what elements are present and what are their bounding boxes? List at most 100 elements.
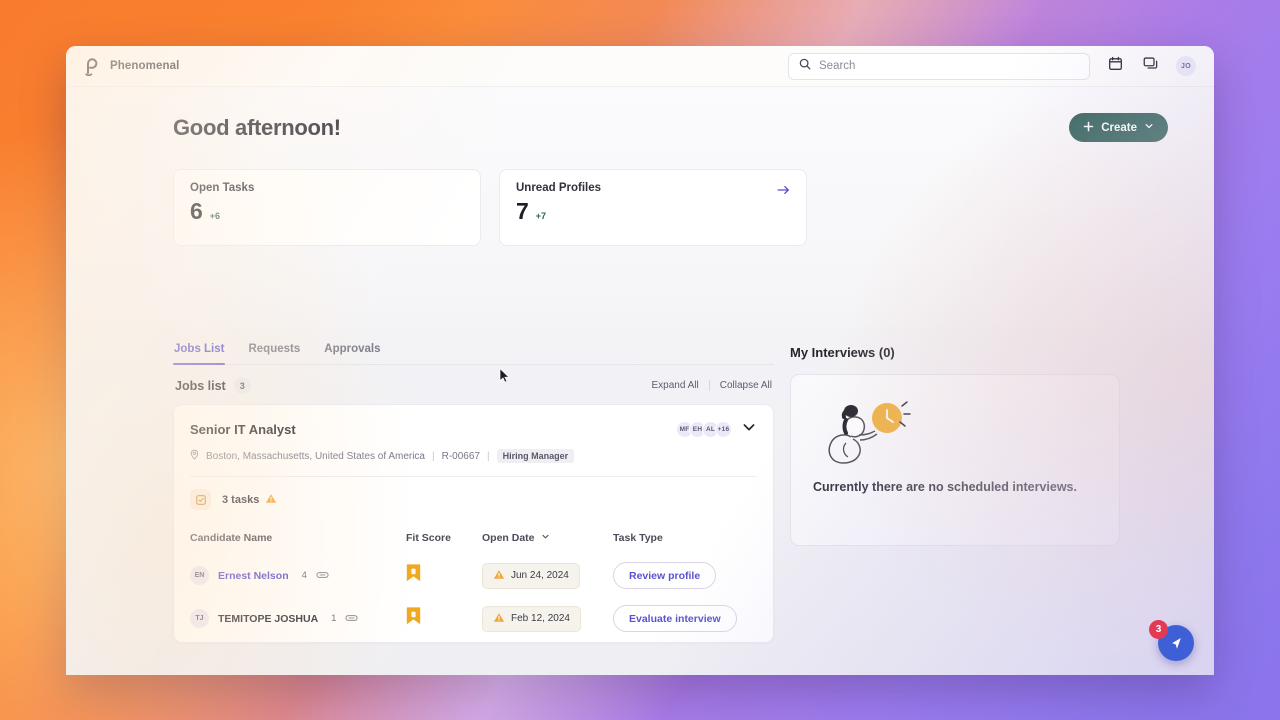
jobs-count-badge: 3 — [233, 377, 251, 394]
stat-card-values: 6 +6 — [190, 200, 464, 223]
column-fit-score: Fit Score — [406, 532, 451, 544]
stat-card-delta: +6 — [209, 211, 221, 221]
collapse-all-button[interactable]: Collapse All — [720, 380, 772, 391]
create-button-label: Create — [1101, 121, 1137, 134]
brand-name: Phenomenal — [110, 60, 180, 72]
task-type-button[interactable]: Evaluate interview — [613, 605, 737, 632]
tab-requests[interactable]: Requests — [247, 337, 301, 364]
arrow-right-icon[interactable] — [777, 183, 790, 201]
job-location: Boston, Massachusetts, United States of … — [206, 450, 425, 462]
calendar-icon — [1108, 56, 1123, 76]
location-pin-icon — [190, 449, 199, 463]
page-title: Good afternoon! — [173, 114, 341, 140]
candidates-table-head: Candidate Name Fit Score Open Date Task … — [190, 524, 757, 556]
greeting-row: Good afternoon! Create — [173, 113, 1168, 142]
table-row[interactable]: TJ TEMITOPE JOSHUA 1 Feb 12, 2024 Evalua… — [190, 599, 757, 642]
top-navigation-bar: Phenomenal Search JO — [66, 46, 1214, 87]
job-expand-chevron-down-icon[interactable] — [741, 419, 757, 440]
search-input[interactable] — [819, 60, 1079, 72]
my-interviews-title: My Interviews (0) — [790, 345, 895, 360]
chevron-down-icon — [1144, 121, 1154, 134]
candidates-table: Candidate Name Fit Score Open Date Task … — [190, 524, 757, 642]
attachment-count: 4 — [301, 570, 307, 581]
stat-cards: Open Tasks 6 +6 Unread Profiles 7 +7 — [173, 169, 1168, 246]
create-button[interactable]: Create — [1069, 113, 1168, 142]
search-box[interactable] — [788, 52, 1090, 80]
cell-open-date: Jun 24, 2024 — [482, 556, 613, 599]
avatar: TJ — [190, 609, 209, 628]
chat-bubbles-icon — [1143, 56, 1159, 76]
tab-approvals[interactable]: Approvals — [323, 337, 381, 364]
job-card-header-right: MF EH AL +16 — [676, 419, 757, 440]
bookmark-flag-icon — [406, 607, 421, 630]
expand-all-button[interactable]: Expand All — [651, 380, 698, 391]
search-icon — [799, 57, 811, 75]
calendar-button[interactable] — [1104, 55, 1126, 77]
column-candidate-name: Candidate Name — [190, 532, 273, 544]
assignee-avatar-group[interactable]: MF EH AL +16 — [676, 421, 732, 438]
stat-card-unread-profiles[interactable]: Unread Profiles 7 +7 — [499, 169, 807, 246]
user-avatar[interactable]: JO — [1176, 56, 1196, 76]
open-date-text: Jun 24, 2024 — [511, 570, 569, 581]
stat-card-values: 7 +7 — [516, 200, 790, 223]
my-interviews-empty-message: Currently there are no scheduled intervi… — [813, 480, 1077, 494]
task-checklist-icon — [190, 489, 211, 510]
plus-icon — [1083, 121, 1094, 135]
job-card: Senior IT Analyst MF EH AL +16 Boston, M… — [173, 404, 774, 643]
column-open-date[interactable]: Open Date — [482, 524, 613, 556]
job-role-tag: Hiring Manager — [496, 449, 575, 463]
open-date-pill: Jun 24, 2024 — [482, 562, 580, 589]
column-open-date-label: Open Date — [482, 532, 535, 544]
cell-fit-score — [406, 556, 482, 599]
topbar-actions: JO — [788, 52, 1196, 80]
messages-button[interactable] — [1140, 55, 1162, 77]
bookmark-flag-icon — [406, 564, 421, 587]
woman-holding-clock-illustration-icon — [813, 401, 917, 473]
task-type-button[interactable]: Review profile — [613, 562, 717, 589]
job-tasks-text: 3 tasks — [222, 493, 260, 506]
help-chat-fab[interactable]: 3 — [1149, 620, 1194, 661]
jobs-panel: Jobs List Requests Approvals Jobs list 3… — [173, 327, 774, 675]
job-tasks-row[interactable]: 3 tasks — [190, 477, 757, 522]
tab-bar: Jobs List Requests Approvals — [173, 327, 774, 365]
paperclip-icon[interactable] — [345, 610, 359, 628]
job-card-header: Senior IT Analyst MF EH AL +16 — [190, 419, 757, 440]
warning-triangle-icon — [493, 612, 505, 626]
my-interviews-empty-card: Currently there are no scheduled intervi… — [790, 374, 1120, 546]
open-date-pill: Feb 12, 2024 — [482, 605, 581, 632]
stat-card-delta: +7 — [535, 211, 547, 221]
avatar-overflow-count: +16 — [715, 421, 732, 438]
job-tasks-label: 3 tasks — [222, 493, 277, 507]
mouse-pointer-icon — [499, 367, 510, 388]
warning-triangle-icon — [493, 569, 505, 583]
job-req-id: R-00667 — [441, 450, 480, 462]
paperclip-icon[interactable] — [316, 567, 329, 585]
notification-badge: 3 — [1149, 620, 1168, 639]
divider: | — [486, 450, 490, 462]
tab-jobs-list[interactable]: Jobs List — [173, 337, 226, 365]
stat-card-title: Open Tasks — [190, 182, 255, 194]
hero-section: Good afternoon! Create Open Tasks 6 +6 U… — [66, 87, 1214, 327]
candidate-name-link[interactable]: TEMITOPE JOSHUA — [218, 613, 318, 625]
job-title[interactable]: Senior IT Analyst — [190, 422, 296, 437]
cell-fit-score — [406, 599, 482, 642]
jobs-list-title: Jobs list — [175, 378, 226, 393]
jobs-list-header: Jobs list 3 Expand All Collapse All — [173, 365, 774, 404]
cell-candidate-name: TJ TEMITOPE JOSHUA 1 — [190, 599, 406, 642]
candidates-table-body: EN Ernest Nelson 4 Jun 24, 2024 Review p… — [190, 556, 757, 642]
my-interviews-panel: My Interviews (0) Currently there are no… — [790, 327, 1120, 675]
avatar: EN — [190, 566, 209, 585]
main-content: Jobs List Requests Approvals Jobs list 3… — [66, 327, 1214, 675]
stat-card-value: 6 — [190, 198, 203, 224]
open-date-text: Feb 12, 2024 — [511, 613, 570, 624]
app-window: Phenomenal Search JO Good afternoon! Cre… — [66, 46, 1214, 675]
brand-logo[interactable]: Phenomenal — [84, 56, 180, 77]
table-header-row: Candidate Name Fit Score Open Date Task … — [190, 524, 757, 556]
cell-open-date: Feb 12, 2024 — [482, 599, 613, 642]
divider: | — [432, 450, 435, 462]
table-row[interactable]: EN Ernest Nelson 4 Jun 24, 2024 Review p… — [190, 556, 757, 599]
cell-task-type: Review profile — [613, 556, 757, 599]
stat-card-open-tasks[interactable]: Open Tasks 6 +6 — [173, 169, 481, 246]
candidate-name-link[interactable]: Ernest Nelson — [218, 570, 289, 582]
job-meta: Boston, Massachusetts, United States of … — [190, 449, 757, 463]
